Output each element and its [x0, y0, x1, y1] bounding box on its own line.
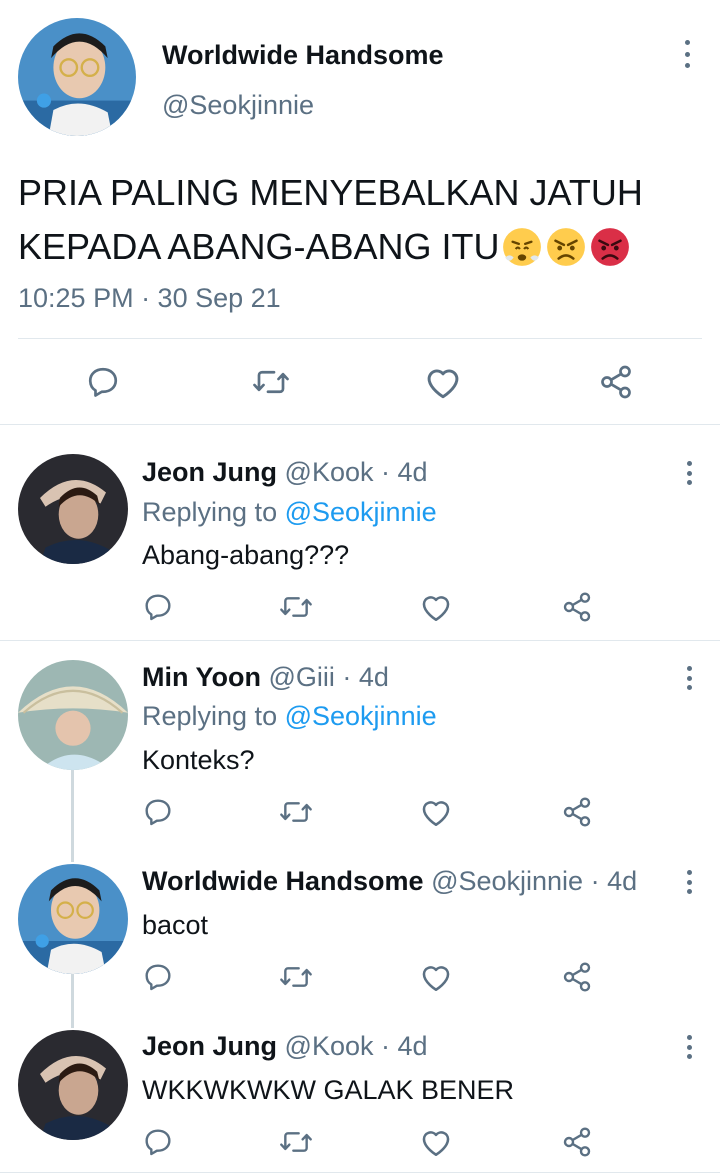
reply-text: Abang-abang???: [142, 540, 350, 570]
like-icon[interactable]: [419, 591, 453, 623]
reply-age[interactable]: · 4d: [381, 1031, 428, 1061]
reply-age[interactable]: · 4d: [342, 662, 389, 692]
reply-display-name[interactable]: Jeon Jung: [142, 457, 277, 487]
reply-icon[interactable]: [141, 796, 175, 828]
reply-avatar[interactable]: [18, 1030, 128, 1140]
reply-age[interactable]: · 4d: [591, 866, 638, 896]
retweet-icon[interactable]: [278, 1126, 314, 1158]
reply-more-icon[interactable]: [685, 1035, 693, 1059]
main-tweet-text-line2: KEPADA ABANG-ABANG ITU: [18, 226, 500, 267]
retweet-icon[interactable]: [278, 961, 314, 993]
main-tweet-display-name[interactable]: Worldwide Handsome: [162, 40, 444, 71]
retweet-icon[interactable]: [251, 364, 291, 400]
reply-avatar[interactable]: [18, 454, 128, 564]
reply-icon[interactable]: [141, 961, 175, 993]
reply-avatar[interactable]: [18, 660, 128, 770]
reply-handle[interactable]: @Seokjinnie: [431, 866, 583, 896]
reply-more-icon[interactable]: [685, 870, 693, 894]
reply-display-name[interactable]: Worldwide Handsome: [142, 866, 424, 896]
share-icon[interactable]: [597, 364, 635, 400]
avatar-seokjin-image: [18, 864, 128, 974]
reply-more-icon[interactable]: [685, 461, 693, 485]
reply-handle[interactable]: @Giii: [269, 662, 335, 692]
reply-icon[interactable]: [84, 364, 122, 400]
retweet-icon[interactable]: [278, 591, 314, 623]
main-tweet-handle[interactable]: @Seokjinnie: [162, 90, 314, 121]
main-tweet-more-icon[interactable]: [683, 40, 691, 68]
main-tweet-text: PRIA PALING MENYEBALKAN JATUH KEPADA ABA…: [18, 166, 643, 274]
main-tweet-timestamp[interactable]: 10:25 PM · 30 Sep 21: [18, 283, 281, 314]
reply-text: WKKWKWKW GALAK BENER: [142, 1075, 515, 1105]
like-icon[interactable]: [419, 961, 453, 993]
reply-text: bacot: [142, 910, 209, 940]
avatar-seokjin-image: [18, 18, 136, 136]
reply-divider: [0, 640, 720, 641]
pouting-face-emoji: [589, 226, 631, 268]
reply-text: Konteks?: [142, 745, 255, 775]
like-icon[interactable]: [419, 796, 453, 828]
reply-icon[interactable]: [141, 1126, 175, 1158]
reply-age[interactable]: · 4d: [381, 457, 428, 487]
share-icon[interactable]: [561, 796, 593, 828]
like-icon[interactable]: [419, 1126, 453, 1158]
bottom-divider: [0, 1172, 720, 1173]
section-divider: [0, 424, 720, 425]
reply-more-icon[interactable]: [685, 666, 693, 690]
retweet-icon[interactable]: [278, 796, 314, 828]
reply-display-name[interactable]: Jeon Jung: [142, 1031, 277, 1061]
main-tweet-text-line1: PRIA PALING MENYEBALKAN JATUH: [18, 172, 643, 213]
thread-line: [71, 974, 74, 1028]
replying-to-link[interactable]: @Seokjinnie: [285, 497, 437, 527]
like-icon[interactable]: [423, 364, 463, 400]
avatar-kook-image: [18, 454, 128, 564]
reply-handle[interactable]: @Kook: [285, 1031, 374, 1061]
share-icon[interactable]: [561, 591, 593, 623]
face-with-steam-emoji: [501, 226, 543, 268]
angry-face-emoji: [545, 226, 587, 268]
reply-icon[interactable]: [141, 591, 175, 623]
avatar-kook-image: [18, 1030, 128, 1140]
reply-display-name[interactable]: Min Yoon: [142, 662, 261, 692]
thread-line: [71, 770, 74, 862]
main-tweet-avatar[interactable]: [18, 18, 136, 136]
main-tweet-divider: [18, 338, 702, 339]
share-icon[interactable]: [561, 961, 593, 993]
replying-to-link[interactable]: @Seokjinnie: [285, 701, 437, 731]
avatar-giii-image: [18, 660, 128, 770]
replying-to-label: Replying to: [142, 497, 278, 527]
share-icon[interactable]: [561, 1126, 593, 1158]
reply-handle[interactable]: @Kook: [285, 457, 374, 487]
replying-to-label: Replying to: [142, 701, 278, 731]
reply-avatar[interactable]: [18, 864, 128, 974]
